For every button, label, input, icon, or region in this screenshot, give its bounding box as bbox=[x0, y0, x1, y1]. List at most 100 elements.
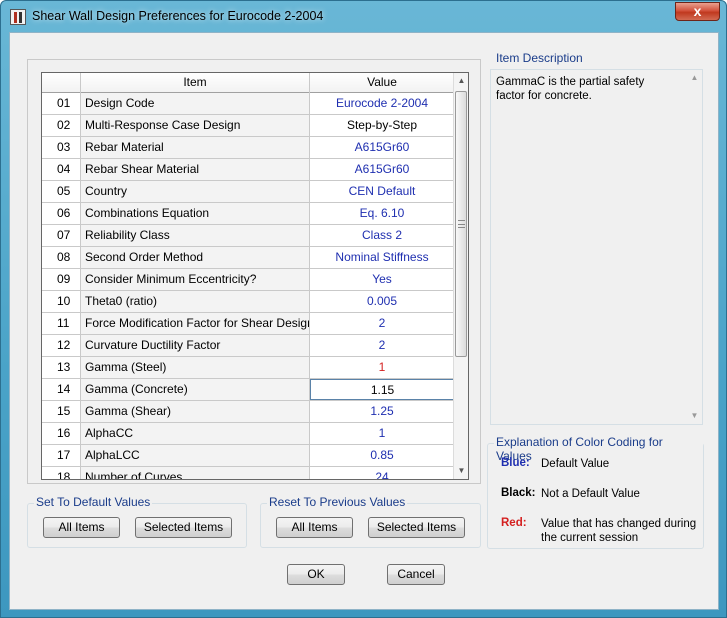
row-item-label: Second Order Method bbox=[81, 247, 310, 268]
row-item-label: Rebar Material bbox=[81, 137, 310, 158]
row-value[interactable]: Yes bbox=[310, 269, 455, 290]
row-number: 02 bbox=[42, 115, 81, 136]
description-scrollbar[interactable]: ▲ ▼ bbox=[687, 70, 702, 424]
desc-scroll-up-icon[interactable]: ▲ bbox=[687, 70, 702, 86]
header-number bbox=[42, 73, 81, 93]
set-default-label: Set To Default Values bbox=[34, 495, 153, 509]
row-number: 13 bbox=[42, 357, 81, 378]
legend-red-key: Red: bbox=[501, 517, 527, 529]
table-row[interactable]: 17 AlphaLCC 0.85 bbox=[42, 445, 455, 467]
row-value[interactable]: 1 bbox=[310, 357, 455, 378]
table-row[interactable]: 14 Gamma (Concrete) 1.15 bbox=[42, 379, 455, 401]
grip-icon bbox=[458, 220, 465, 228]
table-row[interactable]: 09 Consider Minimum Eccentricity? Yes bbox=[42, 269, 455, 291]
row-number: 14 bbox=[42, 379, 81, 400]
row-value[interactable]: Eq. 6.10 bbox=[310, 203, 455, 224]
row-value[interactable]: CEN Default bbox=[310, 181, 455, 202]
reset-previous-label: Reset To Previous Values bbox=[267, 495, 408, 509]
table-row[interactable]: 06 Combinations Equation Eq. 6.10 bbox=[42, 203, 455, 225]
app-icon bbox=[10, 9, 26, 25]
row-value[interactable]: 2 bbox=[310, 313, 455, 334]
table-row[interactable]: 05 Country CEN Default bbox=[42, 181, 455, 203]
table-row[interactable]: 04 Rebar Shear Material A615Gr60 bbox=[42, 159, 455, 181]
row-number: 18 bbox=[42, 467, 81, 479]
row-number: 10 bbox=[42, 291, 81, 312]
row-value[interactable]: Class 2 bbox=[310, 225, 455, 246]
table-row[interactable]: 18 Number of Curves 24 bbox=[42, 467, 455, 479]
row-value[interactable]: 1.25 bbox=[310, 401, 455, 422]
title-bar[interactable]: Shear Wall Design Preferences for Euroco… bbox=[1, 1, 726, 33]
row-item-label: AlphaLCC bbox=[81, 445, 310, 466]
row-number: 16 bbox=[42, 423, 81, 444]
header-item: Item bbox=[81, 73, 310, 93]
row-value[interactable]: Eurocode 2-2004 bbox=[310, 93, 455, 114]
color-legend-group: Explanation of Color Coding for Values B… bbox=[487, 435, 704, 549]
window-title: Shear Wall Design Preferences for Euroco… bbox=[32, 9, 324, 23]
cancel-button[interactable]: Cancel bbox=[387, 564, 445, 585]
row-value[interactable]: 1 bbox=[310, 423, 455, 444]
table-row[interactable]: 10 Theta0 (ratio) 0.005 bbox=[42, 291, 455, 313]
row-item-label: Combinations Equation bbox=[81, 203, 310, 224]
scroll-down-icon[interactable]: ▼ bbox=[454, 463, 468, 479]
default-selected-items-button[interactable]: Selected Items bbox=[135, 517, 232, 538]
row-value[interactable]: A615Gr60 bbox=[310, 137, 455, 158]
row-value[interactable]: 2 bbox=[310, 335, 455, 356]
row-number: 06 bbox=[42, 203, 81, 224]
row-value[interactable]: 0.85 bbox=[310, 445, 455, 466]
row-number: 15 bbox=[42, 401, 81, 422]
row-item-label: Design Code bbox=[81, 93, 310, 114]
row-value[interactable]: Nominal Stiffness bbox=[310, 247, 455, 268]
ok-button[interactable]: OK bbox=[287, 564, 345, 585]
row-item-label: Force Modification Factor for Shear Desi… bbox=[81, 313, 310, 334]
row-item-label: Gamma (Steel) bbox=[81, 357, 310, 378]
reset-all-items-button[interactable]: All Items bbox=[276, 517, 353, 538]
grid-rows: 01 Design Code Eurocode 2-2004 02 Multi-Resp… bbox=[42, 93, 455, 479]
legend-black-text: Not a Default Value bbox=[541, 488, 640, 500]
scroll-thumb[interactable] bbox=[455, 91, 467, 357]
row-item-label: Country bbox=[81, 181, 310, 202]
table-row[interactable]: 02 Multi-Response Case Design Step-by-Step bbox=[42, 115, 455, 137]
grid-header: Item Value bbox=[42, 73, 455, 93]
row-item-label: Reliability Class bbox=[81, 225, 310, 246]
row-item-label: Theta0 (ratio) bbox=[81, 291, 310, 312]
table-row[interactable]: 11 Force Modification Factor for Shear De… bbox=[42, 313, 455, 335]
row-number: 11 bbox=[42, 313, 81, 334]
reset-previous-group: Reset To Previous Values All Items Selec… bbox=[260, 495, 481, 548]
row-item-label: Number of Curves bbox=[81, 467, 310, 479]
table-row[interactable]: 07 Reliability Class Class 2 bbox=[42, 225, 455, 247]
scroll-up-icon[interactable]: ▲ bbox=[454, 73, 468, 89]
item-description-text: GammaC is the partial safety factor for … bbox=[496, 76, 645, 102]
row-item-label: Rebar Shear Material bbox=[81, 159, 310, 180]
table-row[interactable]: 03 Rebar Material A615Gr60 bbox=[42, 137, 455, 159]
legend-blue-text: Default Value bbox=[541, 458, 610, 470]
row-value[interactable]: 24 bbox=[310, 467, 455, 479]
preferences-grid: Item Value 01 Design Code Eurocode 2-2004 0… bbox=[41, 72, 469, 480]
row-number: 09 bbox=[42, 269, 81, 290]
row-value[interactable]: 1.15 bbox=[310, 379, 455, 400]
legend-red-text: Value that has changed during the curren… bbox=[541, 518, 697, 544]
row-item-label: Gamma (Shear) bbox=[81, 401, 310, 422]
table-row[interactable]: 13 Gamma (Steel) 1 bbox=[42, 357, 455, 379]
row-value[interactable]: A615Gr60 bbox=[310, 159, 455, 180]
row-value[interactable]: Step-by-Step bbox=[310, 115, 455, 136]
row-number: 08 bbox=[42, 247, 81, 268]
grid-scrollbar[interactable]: ▲ ▼ bbox=[453, 73, 468, 479]
desc-scroll-down-icon[interactable]: ▼ bbox=[687, 408, 702, 424]
close-button[interactable]: x bbox=[675, 2, 720, 21]
default-all-items-button[interactable]: All Items bbox=[43, 517, 120, 538]
table-row[interactable]: 08 Second Order Method Nominal Stiffness bbox=[42, 247, 455, 269]
table-row[interactable]: 12 Curvature Ductility Factor 2 bbox=[42, 335, 455, 357]
dialog-window: Shear Wall Design Preferences for Euroco… bbox=[0, 0, 727, 618]
table-row[interactable]: 16 AlphaCC 1 bbox=[42, 423, 455, 445]
legend-blue-key: Blue: bbox=[501, 457, 530, 469]
row-number: 05 bbox=[42, 181, 81, 202]
item-description-box: GammaC is the partial safety factor for … bbox=[490, 69, 703, 425]
row-value[interactable]: 0.005 bbox=[310, 291, 455, 312]
item-description-label: Item Description bbox=[494, 51, 585, 65]
table-row[interactable]: 01 Design Code Eurocode 2-2004 bbox=[42, 93, 455, 115]
table-row[interactable]: 15 Gamma (Shear) 1.25 bbox=[42, 401, 455, 423]
header-value: Value bbox=[310, 73, 455, 93]
row-number: 12 bbox=[42, 335, 81, 356]
row-number: 07 bbox=[42, 225, 81, 246]
reset-selected-items-button[interactable]: Selected Items bbox=[368, 517, 465, 538]
